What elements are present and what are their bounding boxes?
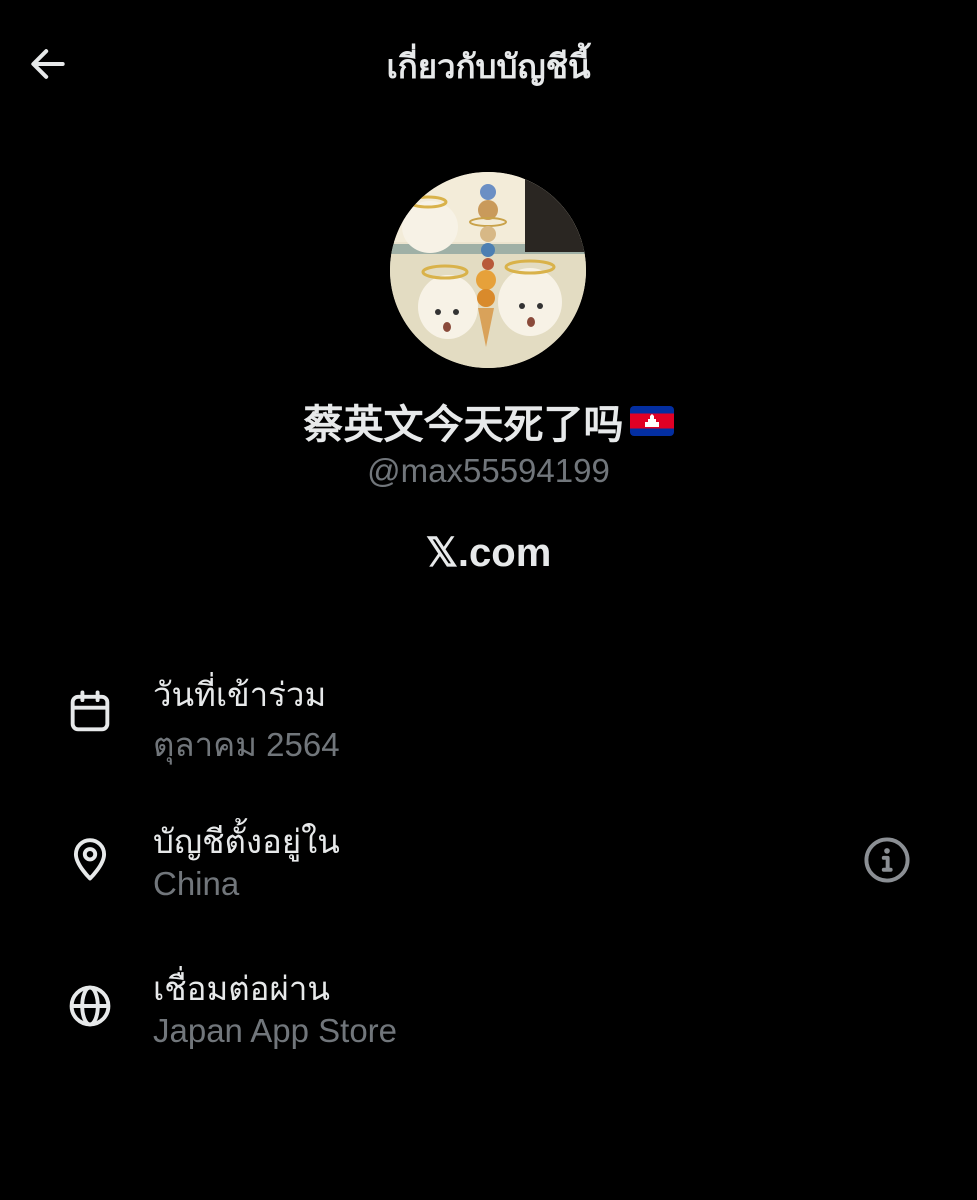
- platform-label: 𝕏.com: [425, 531, 552, 575]
- top-bar: เกี่ยวกับบัญชีนี้: [0, 0, 977, 130]
- display-name-text: 蔡英文今天死了吗: [303, 402, 624, 448]
- info-icon: [864, 837, 910, 883]
- connected-value: Japan App Store: [153, 1012, 398, 1049]
- joined-label: วันที่เข้าร่วม: [153, 675, 327, 714]
- location-info-button[interactable]: [858, 831, 916, 889]
- globe-icon: [62, 978, 118, 1034]
- joined-date-row: วันที่เข้าร่วม ตุลาคม 2564: [0, 668, 977, 798]
- display-name: 蔡英文今天死了吗: [0, 392, 977, 450]
- connected-label: เชื่อมต่อผ่าน: [153, 969, 330, 1008]
- connected-via-row: เชื่อมต่อผ่าน Japan App Store: [0, 962, 977, 1092]
- page-title: เกี่ยวกับบัญชีนี้: [386, 47, 591, 86]
- profile-avatar[interactable]: [390, 172, 586, 368]
- calendar-icon: [62, 684, 118, 740]
- user-handle: @max55594199: [367, 452, 610, 489]
- cambodia-flag-icon: [629, 406, 674, 436]
- location-label: บัญชีตั้งอยู่ใน: [153, 822, 340, 861]
- location-pin-icon: [62, 831, 118, 887]
- location-value: China: [153, 865, 240, 902]
- account-location-row: บัญชีตั้งอยู่ใน China: [0, 815, 977, 945]
- joined-value: ตุลาคม 2564: [153, 726, 340, 763]
